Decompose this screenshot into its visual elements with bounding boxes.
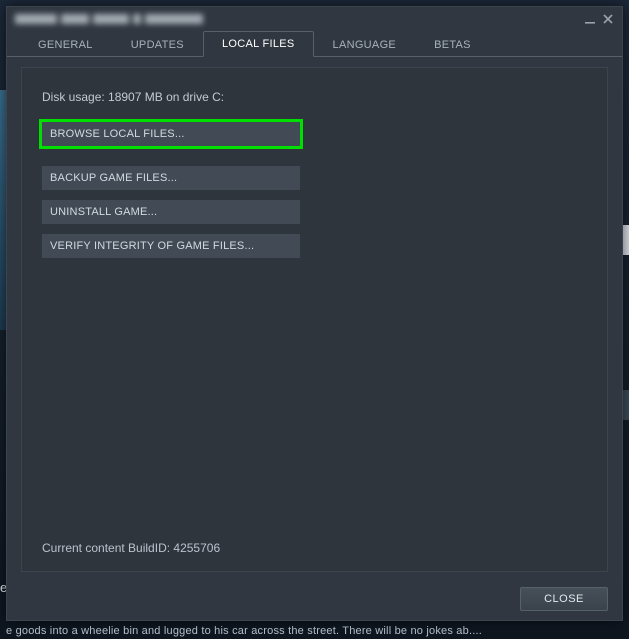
close-icon xyxy=(602,13,614,25)
background-text-bottom: e goods into a wheelie bin and lugged to… xyxy=(0,625,629,637)
backup-game-files-button[interactable]: BACKUP GAME FILES... xyxy=(42,166,300,190)
tab-local-files[interactable]: LOCAL FILES xyxy=(203,31,314,57)
uninstall-game-label: UNINSTALL GAME... xyxy=(50,206,157,218)
close-button[interactable]: CLOSE xyxy=(520,587,608,611)
titlebar xyxy=(7,7,622,31)
browse-local-files-label: BROWSE LOCAL FILES... xyxy=(50,128,185,140)
disk-usage-text: Disk usage: 18907 MB on drive C: xyxy=(42,90,587,104)
close-button-label: CLOSE xyxy=(544,593,584,605)
window-title-obscured xyxy=(15,14,203,24)
backup-game-files-label: BACKUP GAME FILES... xyxy=(50,172,177,184)
minimize-button[interactable] xyxy=(582,11,598,27)
uninstall-game-button[interactable]: UNINSTALL GAME... xyxy=(42,200,300,224)
content-area: Disk usage: 18907 MB on drive C: BROWSE … xyxy=(7,57,622,580)
dialog-footer: CLOSE xyxy=(7,580,622,620)
verify-integrity-button[interactable]: VERIFY INTEGRITY OF GAME FILES... xyxy=(42,234,300,258)
tab-updates[interactable]: UPDATES xyxy=(112,32,203,57)
tab-bar: GENERAL UPDATES LOCAL FILES LANGUAGE BET… xyxy=(7,31,622,57)
tab-language[interactable]: LANGUAGE xyxy=(314,32,416,57)
minimize-icon xyxy=(584,13,596,25)
browse-local-files-button[interactable]: BROWSE LOCAL FILES... xyxy=(42,122,300,146)
local-files-panel: Disk usage: 18907 MB on drive C: BROWSE … xyxy=(21,67,608,572)
tab-general[interactable]: GENERAL xyxy=(19,32,112,57)
build-id-text: Current content BuildID: 4255706 xyxy=(42,541,220,555)
properties-dialog: GENERAL UPDATES LOCAL FILES LANGUAGE BET… xyxy=(6,6,623,621)
tab-betas[interactable]: BETAS xyxy=(415,32,490,57)
window-close-button[interactable] xyxy=(600,11,616,27)
verify-integrity-label: VERIFY INTEGRITY OF GAME FILES... xyxy=(50,240,254,252)
